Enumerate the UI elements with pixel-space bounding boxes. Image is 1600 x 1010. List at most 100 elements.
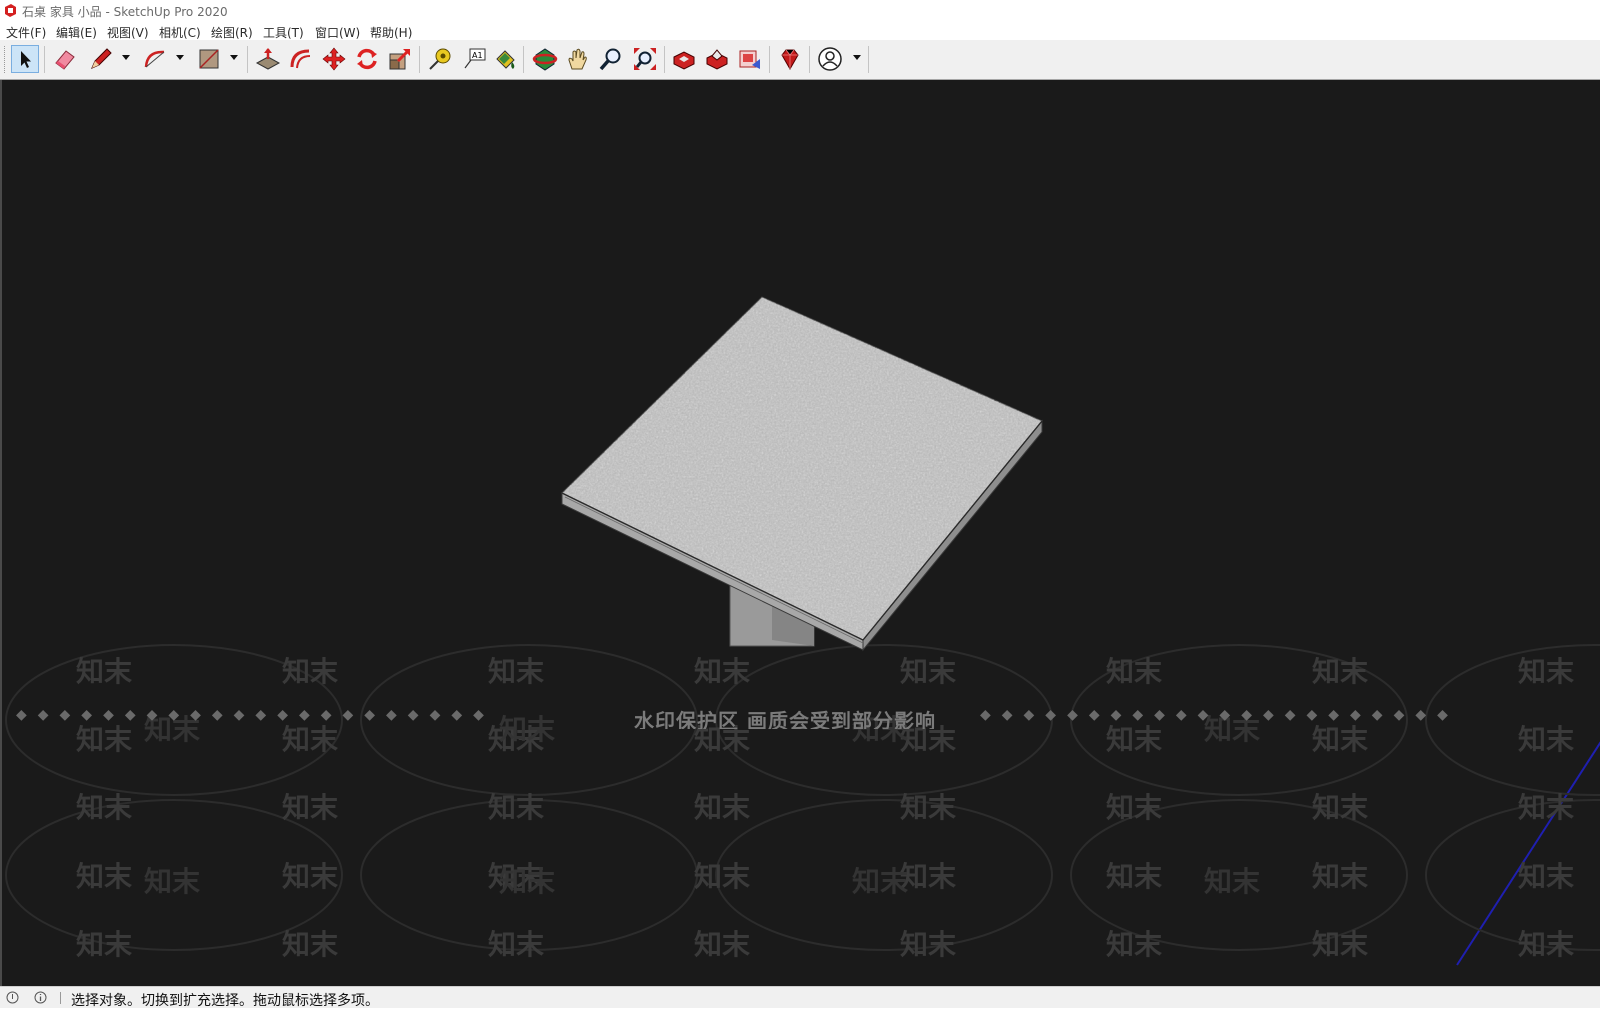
watermark-text: 知末 [1312,860,1369,893]
watermark-text: 知末 [1106,655,1163,688]
orbit-tool-button[interactable] [531,45,559,73]
send-to-layout-button[interactable] [736,45,764,73]
toolbar-grip[interactable] [4,46,7,73]
status-divider [60,992,61,1004]
paint-bucket-icon [496,50,515,69]
text-tool-button[interactable]: A1 [460,45,488,73]
toolbar-separator [769,46,770,73]
rectangle-tool-button[interactable] [195,45,223,73]
select-tool-button[interactable] [11,45,39,73]
toolbar-separator [419,46,420,73]
svg-text:A1: A1 [472,51,483,60]
watermark-text: 知末 [1518,860,1575,893]
paint-bucket-tool-button[interactable] [491,45,519,73]
arc-tool-button[interactable] [141,45,169,73]
toolbar-separator [44,46,45,73]
watermark-text: 知末 [282,928,339,961]
rotate-tool-button[interactable] [353,45,381,73]
offset-icon [290,49,311,69]
watermark-text: 知末 [282,791,339,824]
menu-view[interactable]: 视图(V) [107,24,149,41]
account-dropdown-icon[interactable] [852,53,862,63]
ruby-console-icon [781,49,799,71]
watermark-text: 知末 [1204,865,1261,898]
window-title: 石桌 家具 小品 - SketchUp Pro 2020 [22,5,228,19]
extension-warehouse-button[interactable] [703,45,731,73]
3d-warehouse-button[interactable] [670,45,698,73]
warehouse-icon [673,51,695,70]
scale-icon [389,49,410,70]
menu-window[interactable]: 窗口(W) [315,24,360,41]
watermark-text: 知末 [852,865,909,898]
watermark-text: 知末 [144,865,201,898]
pan-hand-icon [568,48,587,70]
watermark-text: 知末 [282,655,339,688]
orbit-icon [532,48,558,71]
rectangle-dropdown-icon[interactable] [229,53,239,63]
model-viewport[interactable]: 知末 知末 知末 知末 知末 知末 知末 知末 知末 知末 知末 知末 知末 知末 知末 知末 知末 知末 知末 知末… [0,80,1600,986]
menu-help[interactable]: 帮助(H) [370,24,412,41]
rotate-icon [357,48,377,70]
watermark-text: 知末 [1518,655,1575,688]
watermark-banner: ◆◆◆◆◆◆◆◆◆◆◆◆◆◆◆◆◆◆◆◆◆◆ 水印保护区 画质会受到部分影响 ◆… [2,705,1600,729]
menu-draw[interactable]: 绘图(R) [211,24,253,41]
menu-camera[interactable]: 相机(C) [159,24,201,41]
zoom-icon [599,48,621,71]
toolbar-separator [809,46,810,73]
move-icon [322,47,346,71]
watermark-text: 知末 [76,791,133,824]
watermark-text: 知末 [1106,860,1163,893]
offset-tool-button[interactable] [287,45,315,73]
arc-icon [144,50,165,68]
watermark-text: 知末 [900,928,957,961]
sketchup-logo-icon [5,4,16,17]
account-button[interactable] [816,45,844,73]
menu-tools[interactable]: 工具(T) [263,24,304,41]
move-tool-button[interactable] [320,45,348,73]
ruby-console-button[interactable] [776,45,804,73]
watermark-text: 知末 [900,791,957,824]
pencil-icon [91,48,112,69]
tape-measure-tool-button[interactable] [426,45,454,73]
menu-bar: 文件(F) 编辑(E) 视图(V) 相机(C) 绘图(R) 工具(T) 窗口(W… [0,22,1600,40]
select-arrow-icon [21,51,31,68]
extension-warehouse-icon [706,49,728,70]
watermark-text: 知末 [900,860,957,893]
toolbar-separator [523,46,524,73]
text-label-icon: A1 [464,48,486,69]
watermark-text: 知末 [499,865,556,898]
status-text: 选择对象。切换到扩充选择。拖动鼠标选择多项。 [71,993,379,1009]
watermark-text: 知末 [1106,791,1163,824]
stone-table-top [560,296,1043,652]
eraser-tool-button[interactable] [51,45,79,73]
watermark-text: 知末 [1106,928,1163,961]
menu-edit[interactable]: 编辑(E) [56,24,97,41]
watermark-diamonds-left: ◆◆◆◆◆◆◆◆◆◆◆◆◆◆◆◆◆◆◆◆◆◆ [16,707,495,723]
rectangle-icon [199,49,219,69]
line-dropdown-icon[interactable] [121,53,131,63]
scale-tool-button[interactable] [386,45,414,73]
watermark-text: 知末 [488,655,545,688]
menu-file[interactable]: 文件(F) [6,24,46,41]
send-to-layout-icon [739,50,760,69]
scene-canvas [5,296,1600,966]
zoom-tool-button[interactable] [597,45,625,73]
watermark-diamonds-right: ◆◆◆◆◆◆◆◆◆◆◆◆◆◆◆◆◆◆◆◆◆◆ [980,707,1459,723]
geo-location-icon[interactable] [6,991,19,1004]
zoom-extents-tool-button[interactable] [631,45,659,73]
pan-tool-button[interactable] [564,45,592,73]
push-pull-tool-button[interactable] [254,45,282,73]
watermark-text: 知末 [282,860,339,893]
watermark-text: 知末 [900,655,957,688]
tape-measure-icon [429,48,451,70]
watermark-text: 知末 [76,928,133,961]
arc-dropdown-icon[interactable] [175,53,185,63]
watermark-text: 知末 [694,928,751,961]
watermark-text: 知末 [488,791,545,824]
line-tool-button[interactable] [87,45,115,73]
watermark-banner-text: 水印保护区 画质会受到部分影响 [634,709,936,729]
push-pull-icon [255,48,281,70]
watermark-text: 知末 [1312,655,1369,688]
info-icon[interactable] [34,991,47,1004]
main-toolbar: A1 [0,40,1600,80]
